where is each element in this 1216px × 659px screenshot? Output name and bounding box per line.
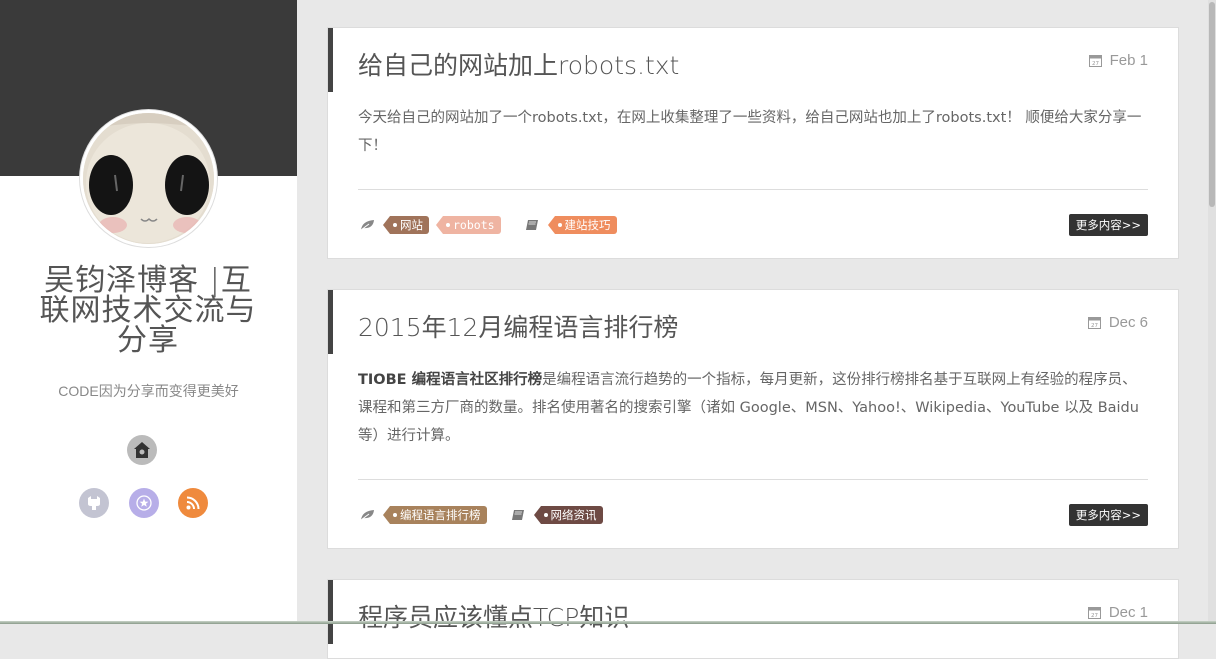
calendar-icon: 27 xyxy=(1088,55,1102,67)
svg-text:27: 27 xyxy=(1091,323,1098,329)
post-date: 27 Dec 6 xyxy=(1087,314,1148,331)
tag-chip[interactable]: robots xyxy=(436,216,501,234)
avatar[interactable] xyxy=(80,110,217,247)
post-title[interactable]: 2015年12月编程语言排行榜 xyxy=(358,308,678,344)
calendar-icon: 27 xyxy=(1087,317,1101,329)
rss-button[interactable] xyxy=(178,488,208,518)
post-date-text: Dec 1 xyxy=(1108,604,1148,621)
post-excerpt: TIOBE 编程语言社区排行榜是编程语言流行趋势的一个指标，每月更新，这份排行榜… xyxy=(358,366,1150,450)
post-excerpt: 今天给自己的网站加了一个robots.txt，在网上收集整理了一些资料，给自己网… xyxy=(358,110,1142,154)
home-button[interactable] xyxy=(127,435,157,465)
avatar-image xyxy=(83,113,214,244)
rss-icon xyxy=(186,496,200,510)
read-more-button[interactable]: 更多内容>> xyxy=(1068,214,1148,236)
site-description: CODE因为分享而变得更美好 xyxy=(58,383,239,399)
tag-leaf-icon xyxy=(358,509,376,521)
site-title[interactable]: 吴钧泽博客 |互联网技术交流与分享 xyxy=(30,266,266,356)
calendar-icon: 27 xyxy=(1087,607,1101,619)
post-date: 27 Feb 1 xyxy=(1088,52,1148,69)
category-book-icon xyxy=(523,219,541,231)
post-card: 给自己的网站加上robots.txt 27 Feb 1 今天给自己的网站加了一个… xyxy=(327,27,1179,259)
sidebar: 吴钧泽博客 |互联网技术交流与分享 CODE因为分享而变得更美好 xyxy=(0,0,297,624)
divider xyxy=(358,479,1148,480)
post-footer: 网站 robots 建站技巧 更多内容>> xyxy=(358,214,1148,236)
category-chip[interactable]: 网络资讯 xyxy=(533,506,603,524)
svg-text:27: 27 xyxy=(1091,613,1098,619)
post-date-text: Dec 6 xyxy=(1108,314,1148,331)
post-card: 2015年12月编程语言排行榜 27 Dec 6 TIOBE 编程语言社区排行榜… xyxy=(327,289,1179,549)
category-book-icon xyxy=(509,509,527,521)
divider xyxy=(358,189,1148,190)
post-date-text: Feb 1 xyxy=(1109,52,1148,69)
tag-leaf-icon xyxy=(358,219,376,231)
star-icon xyxy=(136,495,152,511)
post-title[interactable]: 给自己的网站加上robots.txt xyxy=(358,46,679,82)
category-chip[interactable]: 建站技巧 xyxy=(547,216,617,234)
scrollbar-thumb[interactable] xyxy=(1209,2,1215,207)
github-button[interactable] xyxy=(79,488,109,518)
github-icon xyxy=(88,496,100,510)
post-card: 程序员应该懂点TCP知识 27 Dec 1 xyxy=(327,579,1179,659)
read-more-button[interactable]: 更多内容>> xyxy=(1068,504,1148,526)
tag-chip[interactable]: 网站 xyxy=(383,216,429,234)
home-icon xyxy=(134,442,150,458)
tag-chip[interactable]: 编程语言排行榜 xyxy=(383,506,487,524)
post-date: 27 Dec 1 xyxy=(1087,604,1148,621)
post-excerpt-highlight: TIOBE 编程语言社区排行榜 xyxy=(358,372,543,388)
post-title[interactable]: 程序员应该懂点TCP知识 xyxy=(358,598,629,634)
post-footer: 编程语言排行榜 网络资讯 更多内容>> xyxy=(358,504,1148,526)
svg-text:27: 27 xyxy=(1092,61,1099,67)
star-button[interactable] xyxy=(129,488,159,518)
